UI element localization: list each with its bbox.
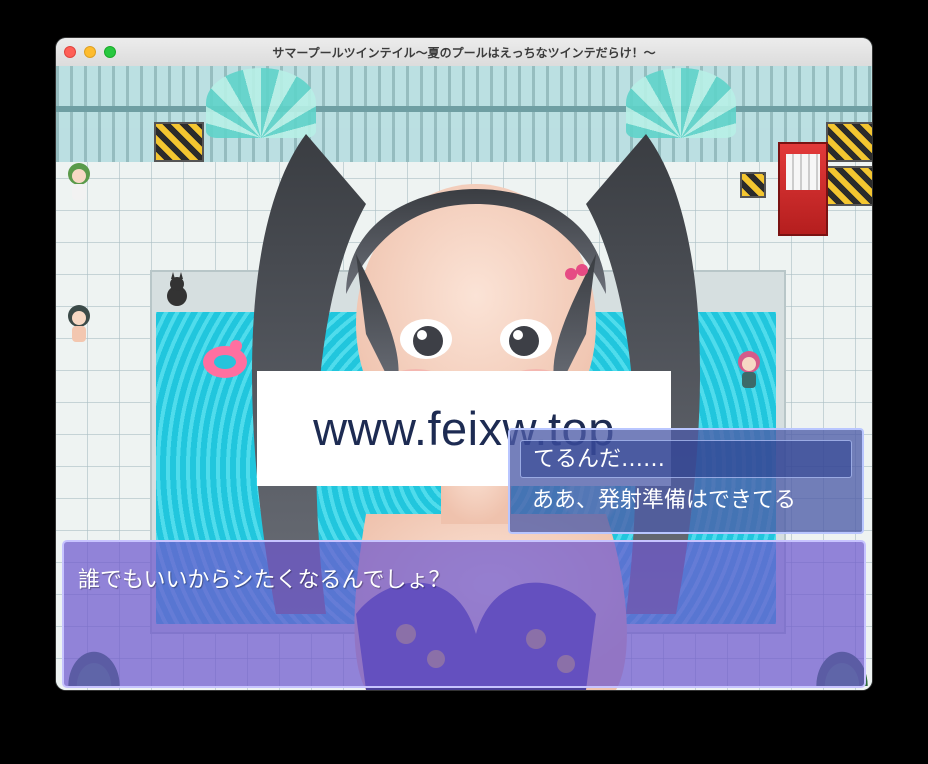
warning-sign (826, 122, 872, 162)
dialogue-text: 誰でもいいからシたくなるんでしょ？ (78, 568, 451, 593)
npc-sprite[interactable] (62, 302, 96, 348)
vending-machine (778, 142, 828, 236)
minimize-icon[interactable] (84, 46, 96, 58)
close-icon[interactable] (64, 46, 76, 58)
message-window[interactable]: 誰でもいいからシたくなるんでしょ？ (62, 540, 866, 688)
game-scene[interactable]: www.feixw.top てるんだ…… ああ、発射準備はできてる 誰でもいいか… (56, 66, 872, 690)
warning-sign (826, 166, 872, 206)
choice-option-1[interactable]: てるんだ…… (520, 440, 852, 478)
cat-sprite (167, 272, 187, 306)
warning-sign (154, 122, 204, 162)
npc-sprite[interactable] (62, 160, 96, 206)
hazard-tile (740, 172, 766, 198)
choice-option-2[interactable]: ああ、発射準備はできてる (520, 482, 852, 520)
maximize-icon[interactable] (104, 46, 116, 58)
title-bar: サマープールツインテイル〜夏のプールはえっちなツインテだらけ！〜 (56, 38, 872, 67)
choice-window: てるんだ…… ああ、発射準備はできてる (508, 428, 864, 534)
npc-sprite[interactable] (732, 348, 766, 394)
window-title: サマープールツインテイル〜夏のプールはえっちなツインテだらけ！〜 (272, 46, 656, 60)
game-window: サマープールツインテイル〜夏のプールはえっちなツインテだらけ！〜 www.fei… (56, 38, 872, 690)
